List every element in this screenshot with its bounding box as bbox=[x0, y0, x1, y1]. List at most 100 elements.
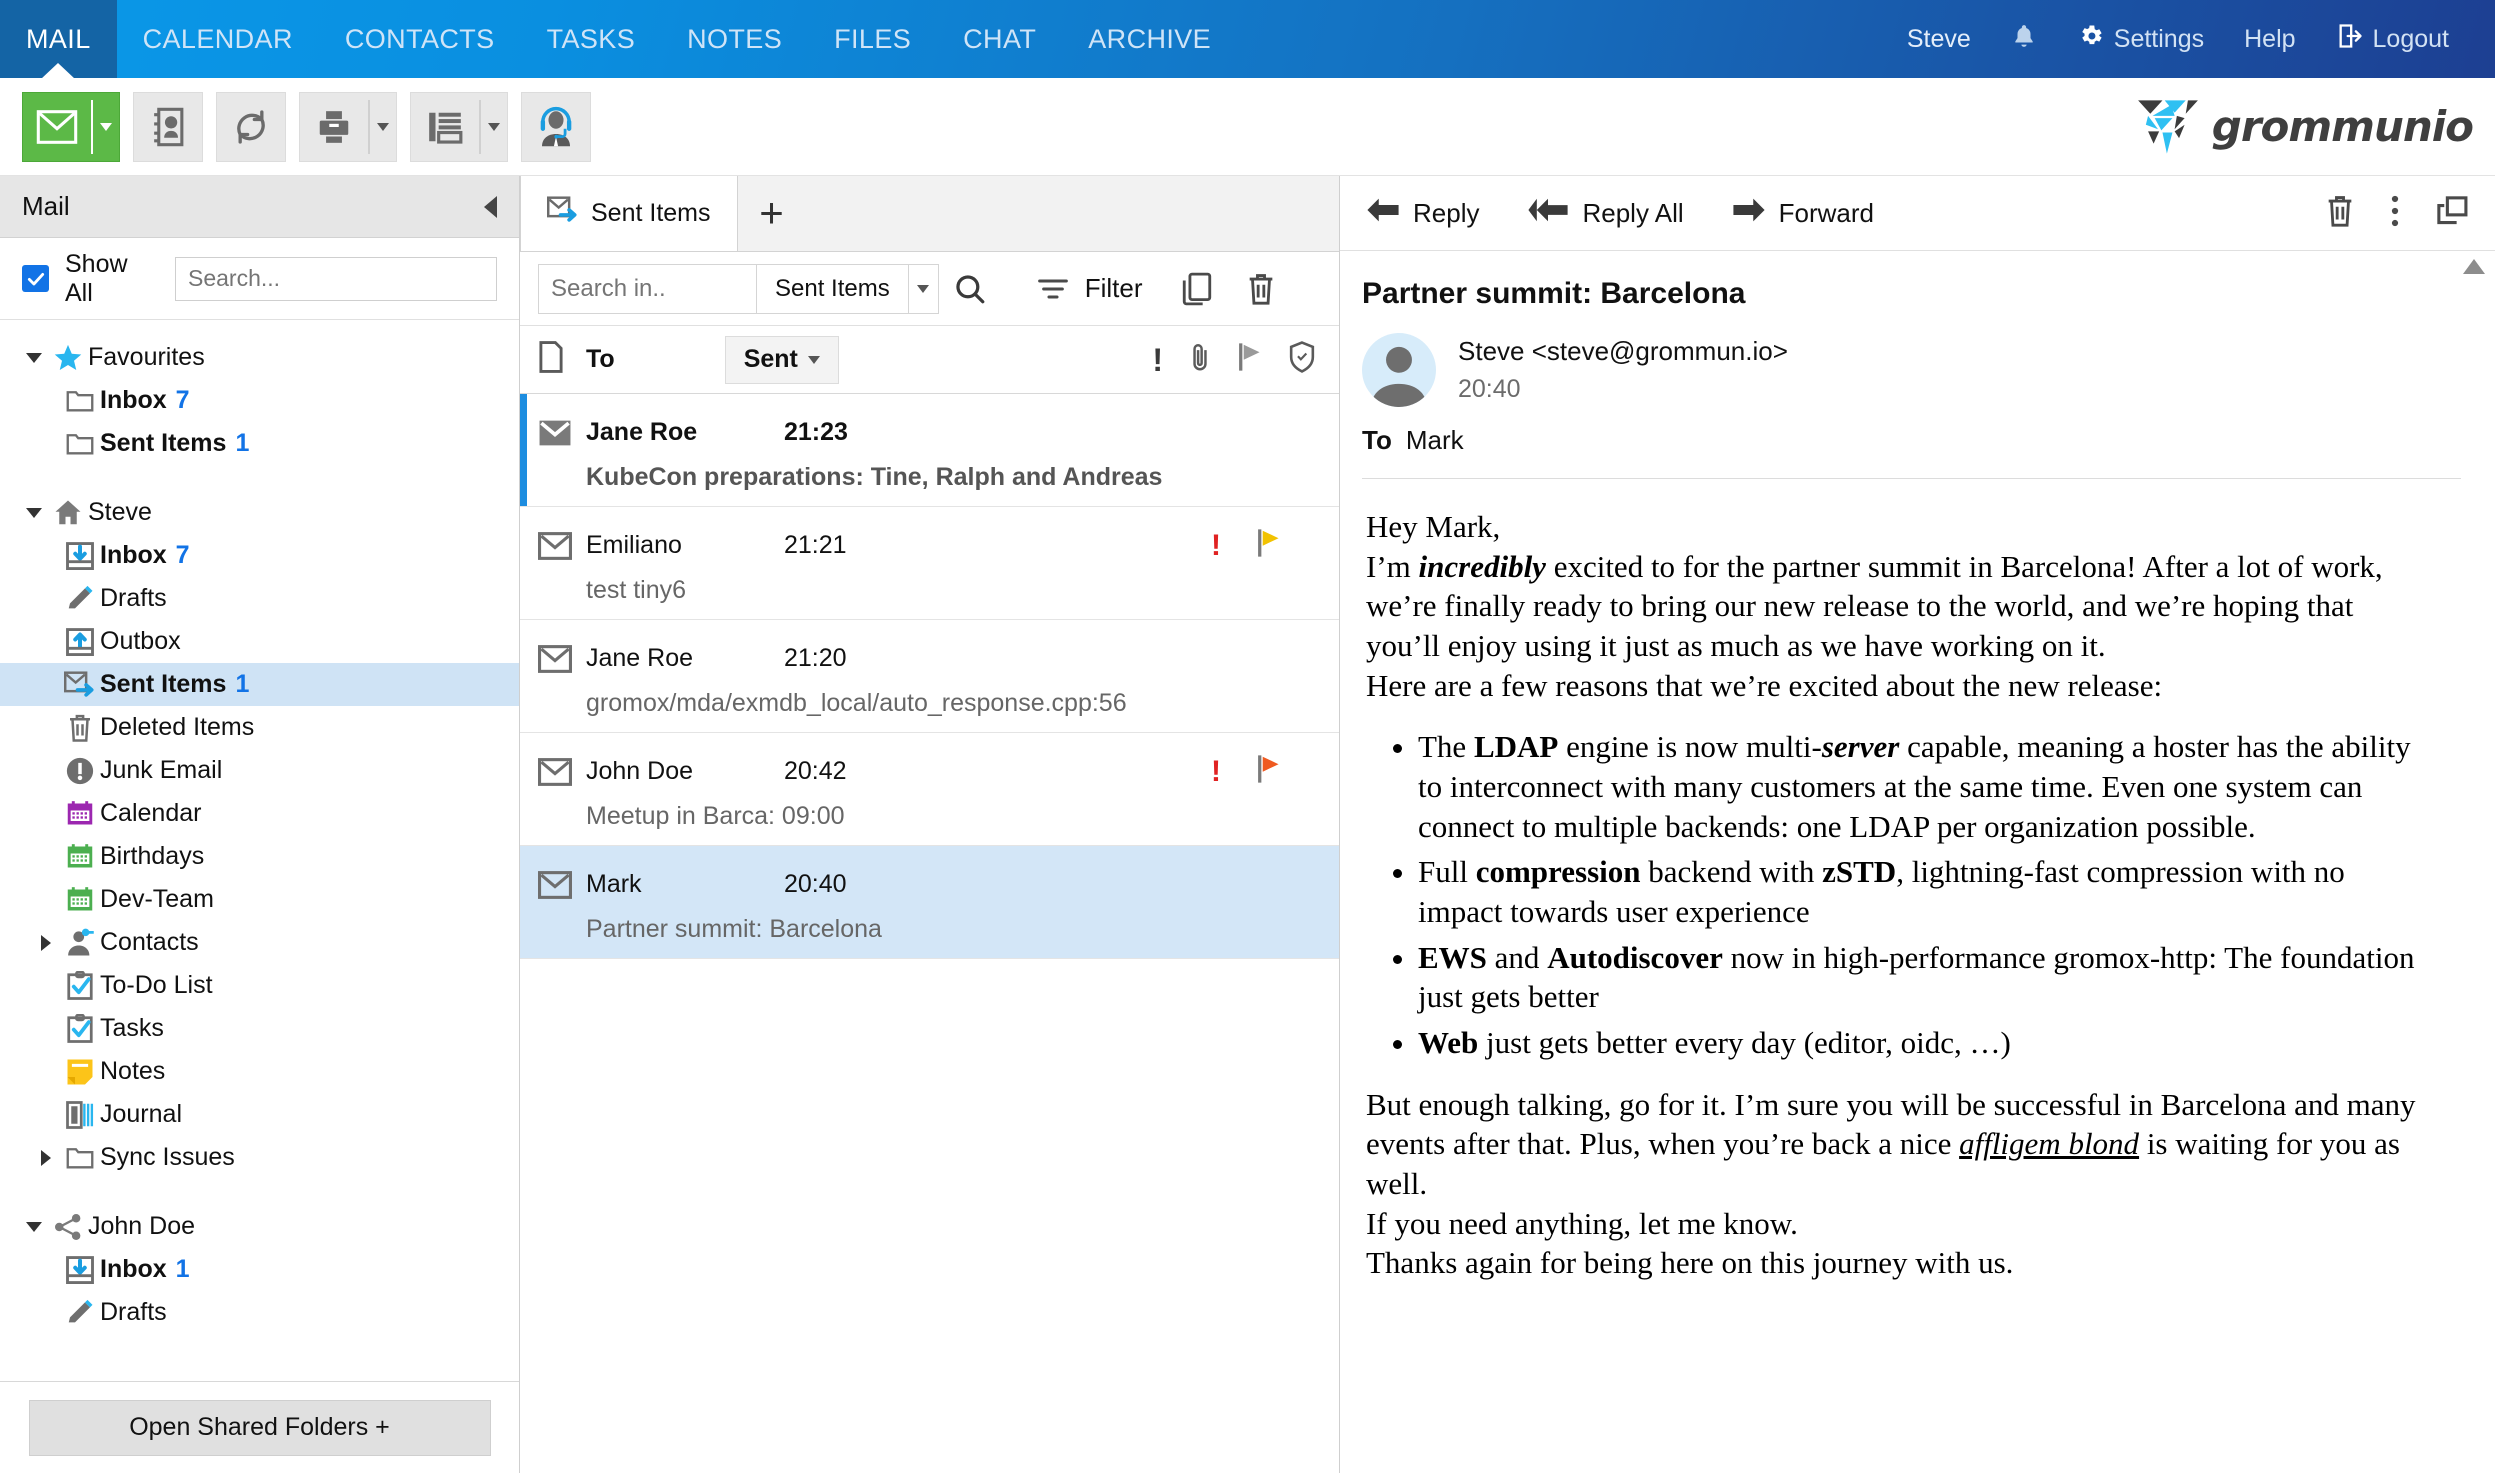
importance-icon[interactable]: ! bbox=[1152, 344, 1163, 376]
nav-tab-archive[interactable]: ARCHIVE bbox=[1062, 0, 1237, 78]
scroll-up-button[interactable] bbox=[2463, 259, 2485, 274]
sidebar-item-journal[interactable]: Journal bbox=[0, 1093, 519, 1136]
sidebar-item-notes[interactable]: Notes bbox=[0, 1050, 519, 1093]
list-item: Web just gets better every day (editor, … bbox=[1418, 1023, 2421, 1063]
sidebar-search-input[interactable] bbox=[175, 257, 497, 301]
table-row[interactable]: Jane Roe21:23KubeCon preparations: Tine,… bbox=[520, 394, 1339, 507]
notifications-button[interactable] bbox=[1991, 22, 2057, 57]
folder-icon bbox=[60, 430, 100, 458]
chevron-right-icon[interactable] bbox=[32, 1150, 60, 1166]
chevron-right-icon[interactable] bbox=[32, 935, 60, 951]
nav-tab-chat[interactable]: CHAT bbox=[937, 0, 1062, 78]
refresh-button[interactable] bbox=[216, 92, 286, 162]
address-book-button[interactable] bbox=[133, 92, 203, 162]
sidebar-item-dev-team[interactable]: Dev-Team bbox=[0, 878, 519, 921]
flag-icon[interactable] bbox=[1237, 342, 1263, 377]
new-mail-button[interactable] bbox=[22, 92, 120, 162]
reading-pane-right-actions bbox=[2325, 194, 2469, 233]
list-item: Full compression backend with zSTD, ligh… bbox=[1418, 852, 2421, 931]
sidebar-item-tasks[interactable]: Tasks bbox=[0, 1007, 519, 1050]
reply-button[interactable]: Reply bbox=[1366, 197, 1501, 230]
list-item: The LDAP engine is now multi-server capa… bbox=[1418, 727, 2421, 846]
sidebar-item-birthdays[interactable]: Birthdays bbox=[0, 835, 519, 878]
trash-icon[interactable] bbox=[2325, 194, 2355, 233]
sidebar-item-sync-issues[interactable]: Sync Issues bbox=[0, 1136, 519, 1179]
sidebar-item-junk-email[interactable]: Junk Email bbox=[0, 749, 519, 792]
current-user[interactable]: Steve bbox=[1887, 25, 1991, 54]
unread-count: 1 bbox=[176, 1255, 190, 1284]
flag-icon[interactable] bbox=[1255, 528, 1283, 563]
calendar-green-icon bbox=[60, 843, 100, 871]
delete-button[interactable] bbox=[1233, 264, 1289, 314]
more-vertical-icon[interactable] bbox=[2389, 194, 2401, 233]
message-recipients-row: To Mark bbox=[1362, 425, 2461, 456]
sort-by-sent-button[interactable]: Sent bbox=[725, 336, 839, 384]
sidebar-item-inbox[interactable]: Inbox1 bbox=[0, 1248, 519, 1291]
support-button[interactable] bbox=[521, 92, 591, 162]
table-row[interactable]: Emiliano21:21!test tiny6 bbox=[520, 507, 1339, 620]
open-shared-folders-button[interactable]: Open Shared Folders + bbox=[29, 1400, 491, 1456]
sidebar-item-inbox[interactable]: Inbox7 bbox=[0, 379, 519, 422]
show-all-label: Show All bbox=[65, 250, 159, 308]
sidebar-item-drafts[interactable]: Drafts bbox=[0, 1291, 519, 1334]
message-subject: gromox/mda/exmdb_local/auto_response.cpp… bbox=[538, 689, 1321, 718]
sidebar-item-calendar[interactable]: Calendar bbox=[0, 792, 519, 835]
print-button[interactable] bbox=[299, 92, 397, 162]
forward-button[interactable]: Forward bbox=[1732, 197, 1896, 230]
search-scope-select[interactable]: Sent Items bbox=[756, 264, 909, 314]
sidebar-item-sent-items[interactable]: Sent Items1 bbox=[0, 663, 519, 706]
chevron-down-icon[interactable] bbox=[20, 1222, 48, 1232]
filter-label[interactable]: Filter bbox=[1085, 273, 1143, 304]
chevron-down-icon[interactable] bbox=[20, 508, 48, 518]
sidebar-item-inbox[interactable]: Inbox7 bbox=[0, 534, 519, 577]
pencil-icon bbox=[60, 584, 100, 614]
table-row[interactable]: John Doe20:42!Meetup in Barca: 09:00 bbox=[520, 733, 1339, 846]
flag-icon[interactable] bbox=[1255, 754, 1283, 789]
reply-all-button[interactable]: Reply All bbox=[1527, 197, 1705, 230]
gear-icon bbox=[2077, 22, 2105, 57]
message-time: 20:40 bbox=[784, 870, 847, 899]
tree-group-john-doe[interactable]: John Doe bbox=[0, 1205, 519, 1248]
new-mail-dropdown-toggle[interactable] bbox=[93, 123, 119, 131]
body-need-line: If you need anything, let me know. bbox=[1366, 1204, 2421, 1244]
tree-group-favourites[interactable]: Favourites bbox=[0, 336, 519, 379]
sidebar-item-contacts[interactable]: Contacts bbox=[0, 921, 519, 964]
print-dropdown-toggle[interactable] bbox=[370, 123, 396, 131]
reply-all-arrow-icon bbox=[1527, 197, 1569, 230]
settings-button[interactable]: Settings bbox=[2057, 22, 2224, 57]
sidebar-item-deleted-items[interactable]: Deleted Items bbox=[0, 706, 519, 749]
to-value[interactable]: Mark bbox=[1406, 425, 1464, 456]
column-header-to[interactable]: To bbox=[586, 345, 615, 374]
table-row[interactable]: Jane Roe21:20gromox/mda/exmdb_local/auto… bbox=[520, 620, 1339, 733]
shield-icon[interactable] bbox=[1289, 341, 1315, 378]
help-button[interactable]: Help bbox=[2224, 25, 2315, 54]
chevron-down-icon[interactable] bbox=[20, 353, 48, 363]
main-content-area: Mail Show All FavouritesInbox7Sent Items… bbox=[0, 176, 2495, 1473]
chevron-left-icon[interactable] bbox=[484, 196, 497, 218]
outbox-icon bbox=[60, 627, 100, 657]
table-row[interactable]: Mark20:40Partner summit: Barcelona bbox=[520, 846, 1339, 959]
sidebar-item-drafts[interactable]: Drafts bbox=[0, 577, 519, 620]
sidebar-item-outbox[interactable]: Outbox bbox=[0, 620, 519, 663]
show-all-checkbox[interactable] bbox=[22, 265, 49, 292]
add-tab-button[interactable]: + bbox=[738, 175, 806, 251]
nav-tab-files[interactable]: FILES bbox=[808, 0, 937, 78]
reading-pane-toolbar: Reply Reply All Forward bbox=[1340, 176, 2495, 251]
contact-person-icon bbox=[60, 928, 100, 958]
view-layout-dropdown-toggle[interactable] bbox=[481, 123, 507, 131]
view-layout-button[interactable] bbox=[410, 92, 508, 162]
search-button[interactable] bbox=[939, 264, 1001, 314]
popout-icon[interactable] bbox=[2435, 195, 2469, 232]
logout-button[interactable]: Logout bbox=[2316, 22, 2469, 57]
copy-button[interactable] bbox=[1169, 264, 1225, 314]
search-scope-dropdown-toggle[interactable] bbox=[909, 264, 939, 314]
search-scope-value: Sent Items bbox=[775, 275, 890, 303]
nav-tab-notes[interactable]: NOTES bbox=[661, 0, 808, 78]
sidebar-item-sent-items[interactable]: Sent Items1 bbox=[0, 422, 519, 465]
tree-group-steve[interactable]: Steve bbox=[0, 491, 519, 534]
filter-button[interactable] bbox=[1027, 264, 1079, 314]
affligem-blond-link[interactable]: affligem blond bbox=[1959, 1126, 2139, 1161]
forward-label: Forward bbox=[1779, 198, 1874, 229]
paperclip-icon[interactable] bbox=[1189, 342, 1211, 377]
sidebar-item-to-do-list[interactable]: To-Do List bbox=[0, 964, 519, 1007]
